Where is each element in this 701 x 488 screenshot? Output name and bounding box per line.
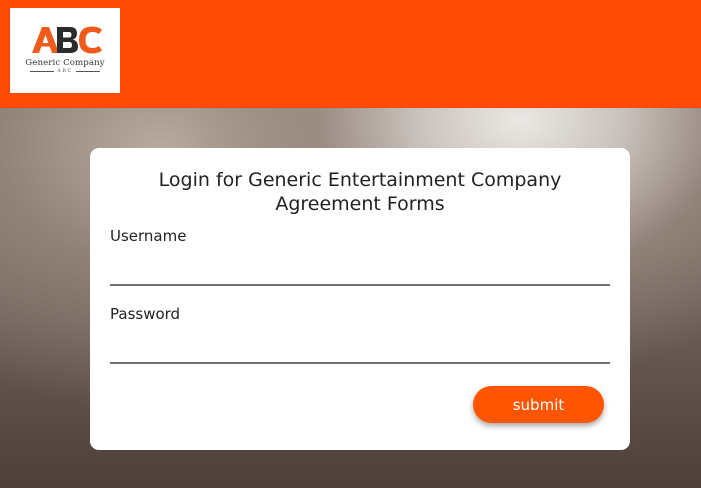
logo-company-name: Generic Company — [25, 58, 105, 68]
password-input[interactable] — [110, 334, 610, 364]
password-label: Password — [110, 305, 181, 323]
company-logo[interactable]: Generic Company ABC — [10, 8, 120, 93]
top-header: Generic Company ABC — [0, 0, 701, 108]
login-card: Login for Generic Entertainment Company … — [90, 148, 630, 450]
logo-sub-text: ABC — [57, 68, 73, 74]
abc-logo-mark — [32, 26, 102, 54]
login-title: Login for Generic Entertainment Company … — [158, 169, 562, 215]
submit-button[interactable]: submit — [473, 386, 604, 423]
username-input[interactable] — [110, 256, 610, 286]
username-label: Username — [110, 227, 187, 245]
